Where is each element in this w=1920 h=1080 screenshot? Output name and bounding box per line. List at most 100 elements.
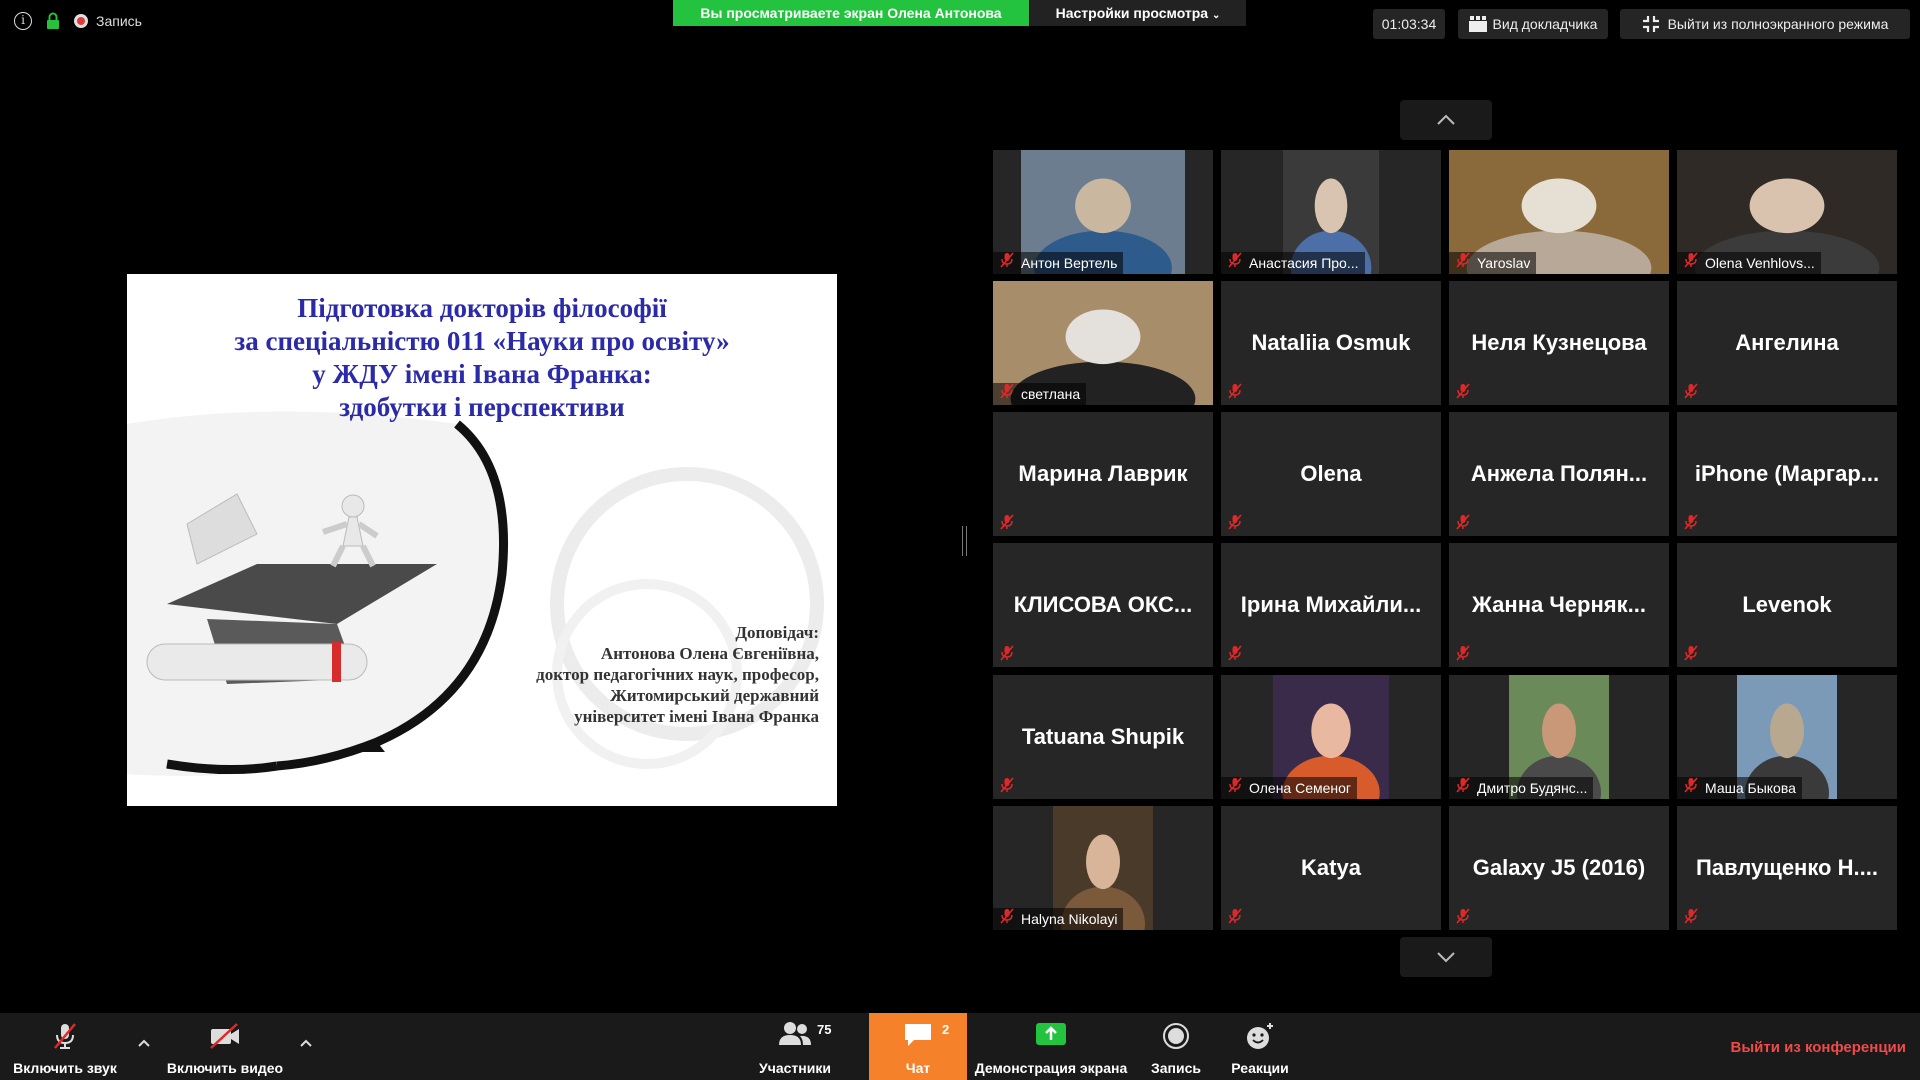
view-settings-label: Настройки просмотра <box>1055 5 1209 21</box>
participant-name: Ангелина <box>1735 330 1839 355</box>
exit-fullscreen-button[interactable]: Выйти из полноэкранного режима <box>1620 9 1910 39</box>
microphone-muted-icon <box>1455 908 1471 924</box>
participant-tile[interactable]: Katya <box>1221 806 1441 930</box>
reactions-button[interactable]: Реакции <box>1220 1013 1300 1080</box>
participant-tile[interactable]: iPhone (Маргар... <box>1677 412 1897 536</box>
slide-title-line: Підготовка докторів філософії <box>297 293 667 323</box>
participant-tile[interactable]: Olena Venhlovs... <box>1677 150 1897 274</box>
speaker-view-button[interactable]: Вид докладчика <box>1458 9 1608 39</box>
participant-name: Анжела Полян... <box>1470 461 1648 486</box>
participants-icon <box>779 1022 811 1045</box>
record-button[interactable]: Запись <box>1140 1013 1212 1080</box>
reactions-smiley-icon <box>1247 1023 1273 1049</box>
participant-tile[interactable]: КЛИСОВА ОКС... <box>993 543 1213 667</box>
microphone-muted-icon <box>999 514 1015 530</box>
microphone-muted-icon <box>1683 514 1699 530</box>
microphone-muted-icon <box>1227 514 1243 530</box>
participant-tile[interactable]: Антон Вертель <box>993 150 1213 274</box>
chat-button[interactable]: 2 Чат <box>869 1013 967 1080</box>
microphone-muted-icon <box>1227 908 1243 924</box>
panel-splitter-handle[interactable] <box>962 526 967 556</box>
share-screen-label: Демонстрация экрана <box>974 1060 1128 1076</box>
slide-speaker-line: Житомирський державний <box>610 686 819 705</box>
participant-tile[interactable]: Yaroslav <box>1449 150 1669 274</box>
participant-name: Tatuana Shupik <box>1021 724 1185 749</box>
recording-indicator[interactable]: Запись <box>74 13 142 29</box>
audio-options-chevron-icon[interactable] <box>136 1035 152 1051</box>
microphone-muted-icon <box>54 1023 76 1049</box>
microphone-muted-icon <box>1455 514 1471 530</box>
slide-speaker-line: Антонова Олена Євгеніївна, <box>600 644 819 663</box>
recording-dot-icon <box>74 14 88 28</box>
exit-fullscreen-icon <box>1642 16 1659 32</box>
screen-share-banner: Вы просматриваете экран Олена Антонова <box>673 0 1029 26</box>
microphone-muted-icon <box>999 383 1015 399</box>
participant-tile[interactable]: Levenok <box>1677 543 1897 667</box>
participant-tile[interactable]: Halyna Nikolayi <box>993 806 1213 930</box>
participant-tile[interactable]: светлана <box>993 281 1213 405</box>
video-options-chevron-icon[interactable] <box>298 1035 314 1051</box>
lock-icon[interactable] <box>46 12 60 30</box>
microphone-muted-icon <box>1455 252 1471 268</box>
slide-speaker-info: Доповідач: Антонова Олена Євгеніївна, до… <box>536 622 819 727</box>
unmute-label: Включить звук <box>13 1060 117 1076</box>
unmute-button[interactable]: Включить звук <box>0 1013 130 1080</box>
meeting-toolbar: Включить звук Включить видео 75 Участник… <box>0 1013 1920 1080</box>
participant-tile[interactable]: Tatuana Shupik <box>993 675 1213 799</box>
chat-bubble-icon <box>905 1024 931 1046</box>
participant-tile[interactable]: Жанна Черняк... <box>1449 543 1669 667</box>
participant-name: Марина Лаврик <box>1018 461 1188 486</box>
record-icon <box>1163 1023 1189 1049</box>
participant-tile[interactable]: Анастасия Про... <box>1221 150 1441 274</box>
participant-tile[interactable]: Павлущенко Н.... <box>1677 806 1897 930</box>
participant-name: Olena <box>1300 461 1362 486</box>
chat-label: Чат <box>905 1060 931 1076</box>
participant-tile[interactable]: Дмитро Будянс... <box>1449 675 1669 799</box>
participant-tile[interactable]: Galaxy J5 (2016) <box>1449 806 1669 930</box>
share-screen-button[interactable]: Демонстрация экрана <box>970 1013 1132 1080</box>
leave-meeting-button[interactable]: Выйти из конференции <box>1731 1039 1906 1056</box>
participants-button[interactable]: 75 Участники <box>745 1013 845 1080</box>
microphone-muted-icon <box>1227 383 1243 399</box>
gallery-page-up-button[interactable] <box>1400 100 1492 140</box>
slide-speaker-line: Доповідач: <box>735 623 819 642</box>
microphone-muted-icon <box>1455 777 1471 793</box>
microphone-muted-icon <box>1683 645 1699 661</box>
top-left-indicators: i Запись <box>14 12 142 30</box>
info-icon[interactable]: i <box>14 12 32 30</box>
video-camera-off-icon <box>210 1023 239 1049</box>
chat-unread-count: 2 <box>942 1022 950 1037</box>
participant-tile[interactable]: Олена Семеног <box>1221 675 1441 799</box>
participant-tile[interactable]: Неля Кузнецова <box>1449 281 1669 405</box>
participant-name: Павлущенко Н.... <box>1696 855 1878 880</box>
participant-tile[interactable]: Ангелина <box>1677 281 1897 405</box>
reactions-label: Реакции <box>1231 1060 1289 1076</box>
share-screen-icon <box>1036 1023 1066 1045</box>
microphone-muted-icon <box>1455 383 1471 399</box>
participant-name: Galaxy J5 (2016) <box>1472 855 1646 880</box>
participant-tile[interactable]: Анжела Полян... <box>1449 412 1669 536</box>
speaker-view-label: Вид докладчика <box>1492 16 1598 32</box>
participant-tile[interactable]: Маша Быкова <box>1677 675 1897 799</box>
microphone-muted-icon <box>999 908 1015 924</box>
gallery-page-down-button[interactable] <box>1400 937 1492 977</box>
start-video-button[interactable]: Включить видео <box>160 1013 290 1080</box>
slide-speaker-line: університет імені Івана Франка <box>574 707 819 726</box>
slide-title-line: у ЖДУ імені Івана Франка: <box>312 359 652 389</box>
participant-tile[interactable]: Nataliia Osmuk <box>1221 281 1441 405</box>
microphone-muted-icon <box>1683 777 1699 793</box>
start-video-label: Включить видео <box>166 1060 284 1076</box>
participants-label: Участники <box>759 1060 831 1076</box>
participant-name: iPhone (Маргар... <box>1694 461 1880 486</box>
chevron-down-icon <box>1437 952 1455 963</box>
participant-tile[interactable]: Марина Лаврик <box>993 412 1213 536</box>
recording-label: Запись <box>96 13 142 29</box>
shared-screen-slide: Підготовка докторів філософії за спеціал… <box>127 274 837 806</box>
exit-fullscreen-label: Выйти из полноэкранного режима <box>1667 16 1889 32</box>
microphone-muted-icon <box>999 777 1015 793</box>
participant-tile[interactable]: Olena <box>1221 412 1441 536</box>
microphone-muted-icon <box>999 645 1015 661</box>
participant-tile[interactable]: Ірина Михайли... <box>1221 543 1441 667</box>
meeting-timer: 01:03:34 <box>1373 9 1445 39</box>
view-settings-button[interactable]: Настройки просмотра ⌄ <box>1030 0 1246 26</box>
